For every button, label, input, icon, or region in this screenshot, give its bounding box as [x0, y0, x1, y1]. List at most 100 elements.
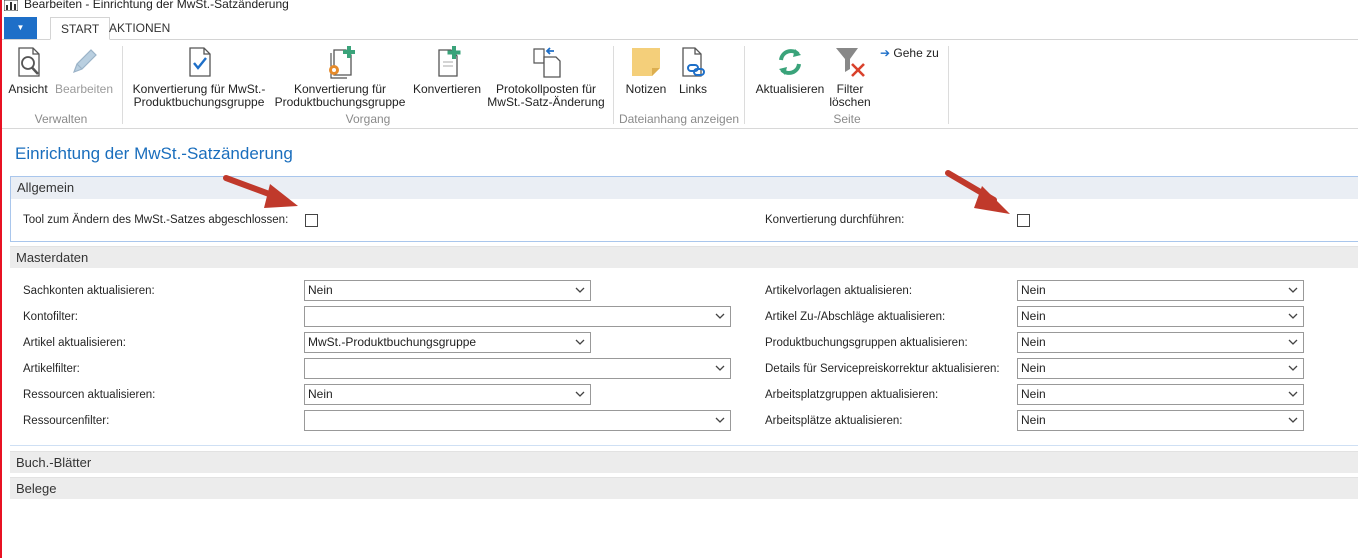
bearbeiten-label: Bearbeiten — [54, 82, 114, 96]
artikel-zuabschlaege-label: Artikel Zu-/Abschläge aktualisieren: — [765, 311, 946, 323]
group-separator — [613, 46, 614, 124]
ressourcenfilter-input[interactable] — [304, 410, 731, 431]
gehe-zu-button[interactable]: ➔ Gehe zu — [880, 46, 939, 60]
section-header-belege[interactable]: Belege — [10, 477, 1358, 499]
chevron-down-icon — [1288, 339, 1298, 345]
section-buch-blaetter: Buch.-Blätter — [10, 451, 1358, 473]
produktbuchungsgruppen-label: Produktbuchungsgruppen aktualisieren: — [765, 337, 968, 349]
group-verwalten: Ansicht Bearbeiten Verwalten — [2, 40, 120, 129]
group-label-vorgang: Vorgang — [345, 112, 391, 126]
document-add-icon — [438, 46, 461, 77]
konvertierung-produkt-label-1: Konvertierung für — [293, 82, 387, 96]
kontofilter-input[interactable] — [304, 306, 731, 327]
filter-clear-icon — [836, 48, 865, 77]
section-allgemein: Allgemein Tool zum Ändern des MwSt.-Satz… — [10, 176, 1358, 242]
app-chart-icon — [4, 0, 18, 11]
group-dateianhang: Notizen Links Dateianhang anzeigen — [615, 40, 743, 129]
gehe-zu-label: Gehe zu — [893, 46, 939, 60]
artikel-aktualisieren-label: Artikel aktualisieren: — [23, 337, 126, 349]
servicepreiskorrektur-label: Details für Servicepreiskorrektur aktual… — [765, 363, 1000, 375]
tool-abgeschlossen-label: Tool zum Ändern des MwSt.-Satzes abgesch… — [23, 214, 289, 226]
konvertierung-durchfuehren-label: Konvertierung durchführen: — [765, 214, 905, 226]
sachkonten-value: Nein — [308, 283, 333, 297]
filter-loeschen-button[interactable]: Filter löschen — [826, 45, 874, 109]
sachkonten-label: Sachkonten aktualisieren: — [23, 285, 155, 297]
group-label-dateianhang: Dateianhang anzeigen — [618, 112, 740, 126]
aktualisieren-button[interactable]: Aktualisieren — [752, 45, 828, 96]
chevron-down-icon — [1288, 365, 1298, 371]
ansicht-label: Ansicht — [8, 82, 48, 96]
artikel-aktualisieren-value: MwSt.-Produktbuchungsgruppe — [308, 335, 477, 349]
filter-loeschen-label-2: löschen — [829, 95, 871, 109]
notizen-button[interactable]: Notizen — [621, 45, 671, 96]
section-header-buch-blaetter[interactable]: Buch.-Blätter — [10, 451, 1358, 473]
document-link-icon — [682, 47, 705, 77]
protokollposten-label-2: MwSt.-Satz-Änderung — [487, 95, 605, 109]
window-title: Bearbeiten - Einrichtung der MwSt.-Satzä… — [24, 0, 289, 11]
group-separator — [948, 46, 949, 124]
ressourcen-aktualisieren-value: Nein — [308, 387, 333, 401]
arbeitsplaetze-label: Arbeitsplätze aktualisieren: — [765, 415, 903, 427]
chevron-down-icon — [715, 365, 725, 371]
section-header-masterdaten[interactable]: Masterdaten — [10, 246, 1358, 268]
protokollposten-label-1: Protokollposten für — [495, 82, 597, 96]
arbeitsplaetze-value: Nein — [1021, 413, 1046, 427]
section-belege: Belege — [10, 477, 1358, 499]
artikelvorlagen-value: Nein — [1021, 283, 1046, 297]
aktualisieren-label: Aktualisieren — [755, 82, 825, 96]
arbeitsplatzgruppen-select[interactable]: Nein — [1017, 384, 1304, 405]
chevron-down-icon — [715, 313, 725, 319]
notizen-label: Notizen — [625, 82, 667, 96]
sticky-note-icon — [632, 48, 660, 76]
links-button[interactable]: Links — [673, 45, 713, 96]
section-header-allgemein[interactable]: Allgemein — [11, 177, 1358, 199]
arbeitsplatzgruppen-value: Nein — [1021, 387, 1046, 401]
ressourcen-aktualisieren-select[interactable]: Nein — [304, 384, 591, 405]
arbeitsplaetze-select[interactable]: Nein — [1017, 410, 1304, 431]
ribbon-tabs: ▼ START AKTIONEN — [2, 17, 1358, 40]
chevron-down-icon — [575, 339, 585, 345]
caret-down-icon: ▼ — [16, 23, 25, 32]
chevron-down-icon — [575, 391, 585, 397]
artikel-aktualisieren-select[interactable]: MwSt.-Produktbuchungsgruppe — [304, 332, 591, 353]
tab-aktionen[interactable]: AKTIONEN — [99, 17, 180, 40]
group-vorgang: Konvertierung für MwSt.- Produktbuchungs… — [124, 40, 612, 129]
filter-loeschen-label-1: Filter — [836, 82, 864, 96]
app-menu-button[interactable]: ▼ — [4, 17, 37, 39]
bearbeiten-button[interactable]: Bearbeiten — [52, 45, 116, 96]
sachkonten-select[interactable]: Nein — [304, 280, 591, 301]
servicepreiskorrektur-select[interactable]: Nein — [1017, 358, 1304, 379]
group-separator — [744, 46, 745, 124]
protokollposten-button[interactable]: Protokollposten für MwSt.-Satz-Änderung — [484, 45, 608, 109]
chevron-down-icon — [1288, 391, 1298, 397]
servicepreiskorrektur-value: Nein — [1021, 361, 1046, 375]
konvertierung-produkt-button[interactable]: Konvertierung für Produktbuchungsgruppe — [272, 45, 408, 109]
section-masterdaten: Masterdaten Sachkonten aktualisieren: Ne… — [10, 246, 1358, 446]
arrow-right-icon: ➔ — [880, 46, 891, 60]
artikelvorlagen-label: Artikelvorlagen aktualisieren: — [765, 285, 913, 297]
konvertieren-button[interactable]: Konvertieren — [412, 45, 482, 96]
page-title: Einrichtung der MwSt.-Satzänderung — [15, 144, 293, 163]
konvertieren-label: Konvertieren — [412, 82, 482, 96]
konvertierung-mwst-label-2: Produktbuchungsgruppe — [133, 95, 265, 109]
group-seite: Aktualisieren Filter löschen ➔ Gehe zu S… — [746, 40, 948, 129]
links-label: Links — [678, 82, 707, 96]
artikelfilter-input[interactable] — [304, 358, 731, 379]
document-gear-add-icon — [329, 46, 355, 79]
konvertierung-mwst-button[interactable]: Konvertierung für MwSt.- Produktbuchungs… — [130, 45, 268, 109]
konvertierung-mwst-label-1: Konvertierung für MwSt.- — [132, 82, 266, 96]
artikelvorlagen-select[interactable]: Nein — [1017, 280, 1304, 301]
kontofilter-label: Kontofilter: — [23, 311, 78, 323]
group-label-verwalten: Verwalten — [34, 112, 88, 126]
ressourcenfilter-label: Ressourcenfilter: — [23, 415, 110, 427]
produktbuchungsgruppen-select[interactable]: Nein — [1017, 332, 1304, 353]
artikel-zuabschlaege-value: Nein — [1021, 309, 1046, 323]
artikel-zuabschlaege-select[interactable]: Nein — [1017, 306, 1304, 327]
konvertierung-durchfuehren-checkbox[interactable] — [1017, 214, 1030, 227]
group-label-seite: Seite — [833, 112, 861, 126]
ansicht-button[interactable]: Ansicht — [8, 45, 48, 96]
chevron-down-icon — [1288, 313, 1298, 319]
view-document-icon — [18, 47, 40, 77]
produktbuchungsgruppen-value: Nein — [1021, 335, 1046, 349]
tool-abgeschlossen-checkbox[interactable] — [305, 214, 318, 227]
